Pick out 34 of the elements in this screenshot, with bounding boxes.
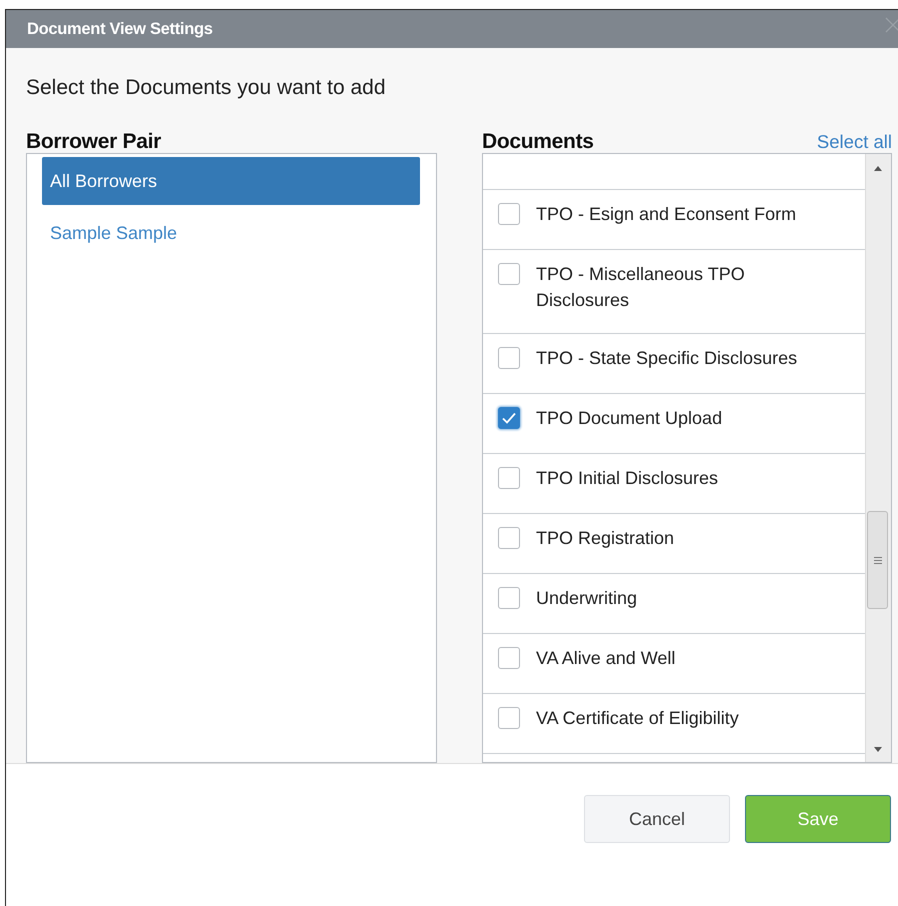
checkbox[interactable] [498, 467, 520, 489]
checkbox[interactable] [498, 707, 520, 729]
close-icon[interactable] [885, 17, 898, 33]
checkbox[interactable] [498, 527, 520, 549]
instruction-text: Select the Documents you want to add [26, 76, 387, 100]
document-label: TPO - Esign and Econsent Form [536, 203, 796, 226]
scrollbar-thumb[interactable] [867, 511, 888, 609]
document-label: TPO - Miscellaneous TPO Disclosures [536, 263, 746, 312]
check-icon [501, 410, 517, 426]
cancel-button[interactable]: Cancel [584, 795, 730, 843]
scrollbar[interactable] [865, 154, 891, 762]
scroll-up-icon[interactable] [874, 166, 882, 171]
checkbox[interactable] [498, 203, 520, 225]
borrower-item[interactable]: All Borrowers [42, 157, 420, 205]
save-button[interactable]: Save [745, 795, 891, 843]
checkbox[interactable] [498, 407, 520, 429]
section-heading: Documents [482, 130, 594, 154]
borrower-item[interactable]: Sample Sample [42, 209, 420, 257]
checkbox[interactable] [498, 263, 520, 285]
document-label: TPO Initial Disclosures [536, 467, 718, 490]
document-label: TPO Document Upload [536, 407, 722, 430]
section-heading: Borrower Pair [26, 130, 161, 154]
document-label: VA Certificate of Eligibility [536, 707, 739, 730]
document-label: Underwriting [536, 587, 638, 610]
checkbox[interactable] [498, 347, 520, 369]
document-label: VA Alive and Well [536, 647, 676, 670]
grip-icon [874, 556, 882, 564]
checkbox[interactable] [498, 647, 520, 669]
select-all-link[interactable]: Select all [816, 131, 892, 153]
window-title: Document View Settings [27, 20, 213, 38]
document-label: TPO Registration [536, 527, 674, 550]
checkbox[interactable] [498, 587, 520, 609]
scroll-down-icon[interactable] [874, 747, 882, 752]
document-label: TPO - State Specific Disclosures [536, 347, 798, 370]
